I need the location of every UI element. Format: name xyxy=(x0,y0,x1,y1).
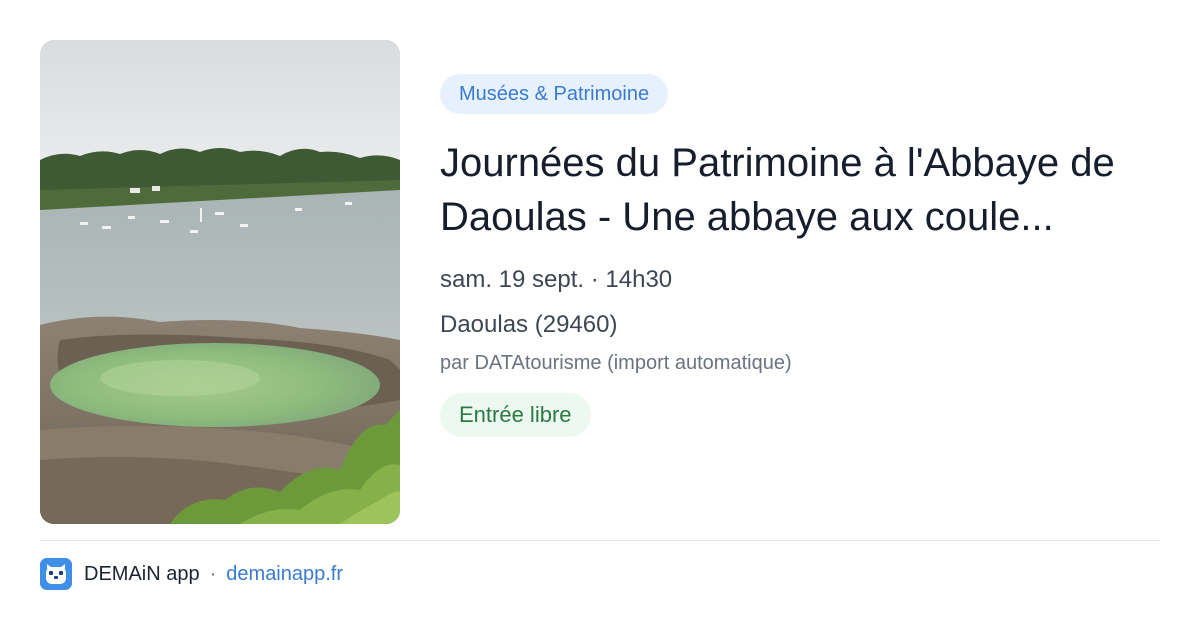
category-badge[interactable]: Musées & Patrimoine xyxy=(440,74,669,114)
event-title[interactable]: Journées du Patrimoine à l'Abbaye de Dao… xyxy=(440,136,1160,244)
event-details: Musées & Patrimoine Journées du Patrimoi… xyxy=(440,74,1160,437)
event-source: par DATAtourisme (import automatique) xyxy=(440,352,792,374)
event-photo-image xyxy=(40,40,400,524)
event-date-time: sam. 19 sept. · 14h30 xyxy=(440,266,673,293)
footer-separator: · xyxy=(209,562,217,585)
footer-divider xyxy=(40,540,1160,541)
app-domain-link[interactable]: demainapp.fr xyxy=(226,563,343,586)
event-photo xyxy=(40,40,400,524)
price-badge: Entrée libre xyxy=(440,393,591,437)
app-name: DEMAiN app xyxy=(84,562,200,585)
event-location: Daoulas (29460) xyxy=(440,311,618,338)
event-card[interactable]: Musées & Patrimoine Journées du Patrimoi… xyxy=(0,0,1200,630)
footer: DEMAiN app · demainapp.fr xyxy=(40,557,343,591)
demain-logo-icon[interactable] xyxy=(40,558,72,590)
